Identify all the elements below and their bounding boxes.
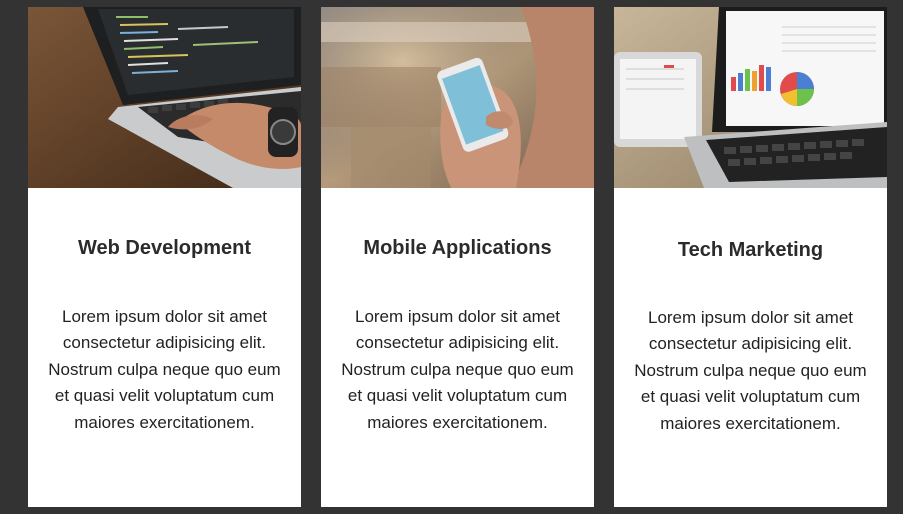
card-description: Lorem ipsum dolor sit amet consectetur a… [341, 307, 574, 432]
card-title: Tech Marketing [677, 239, 824, 261]
card-title: Mobile Applications [363, 237, 552, 259]
card-title: Web Development [78, 237, 251, 259]
service-card-mobile-applications: Mobile Applications Lorem ipsum dolor si… [321, 7, 594, 507]
service-card-tech-marketing: Tech Marketing Lorem ipsum dolor sit ame… [614, 7, 887, 507]
smartphone-in-hand-photo [321, 7, 594, 188]
laptop-charts-photo [614, 7, 887, 188]
service-card-web-development: Web Development Lorem ipsum dolor sit am… [28, 7, 301, 507]
services-section: Web Development Lorem ipsum dolor sit am… [0, 0, 903, 514]
card-description: Lorem ipsum dolor sit amet consectetur a… [48, 307, 281, 432]
laptop-coding-photo [28, 7, 301, 188]
card-description: Lorem ipsum dolor sit amet consectetur a… [634, 308, 867, 433]
